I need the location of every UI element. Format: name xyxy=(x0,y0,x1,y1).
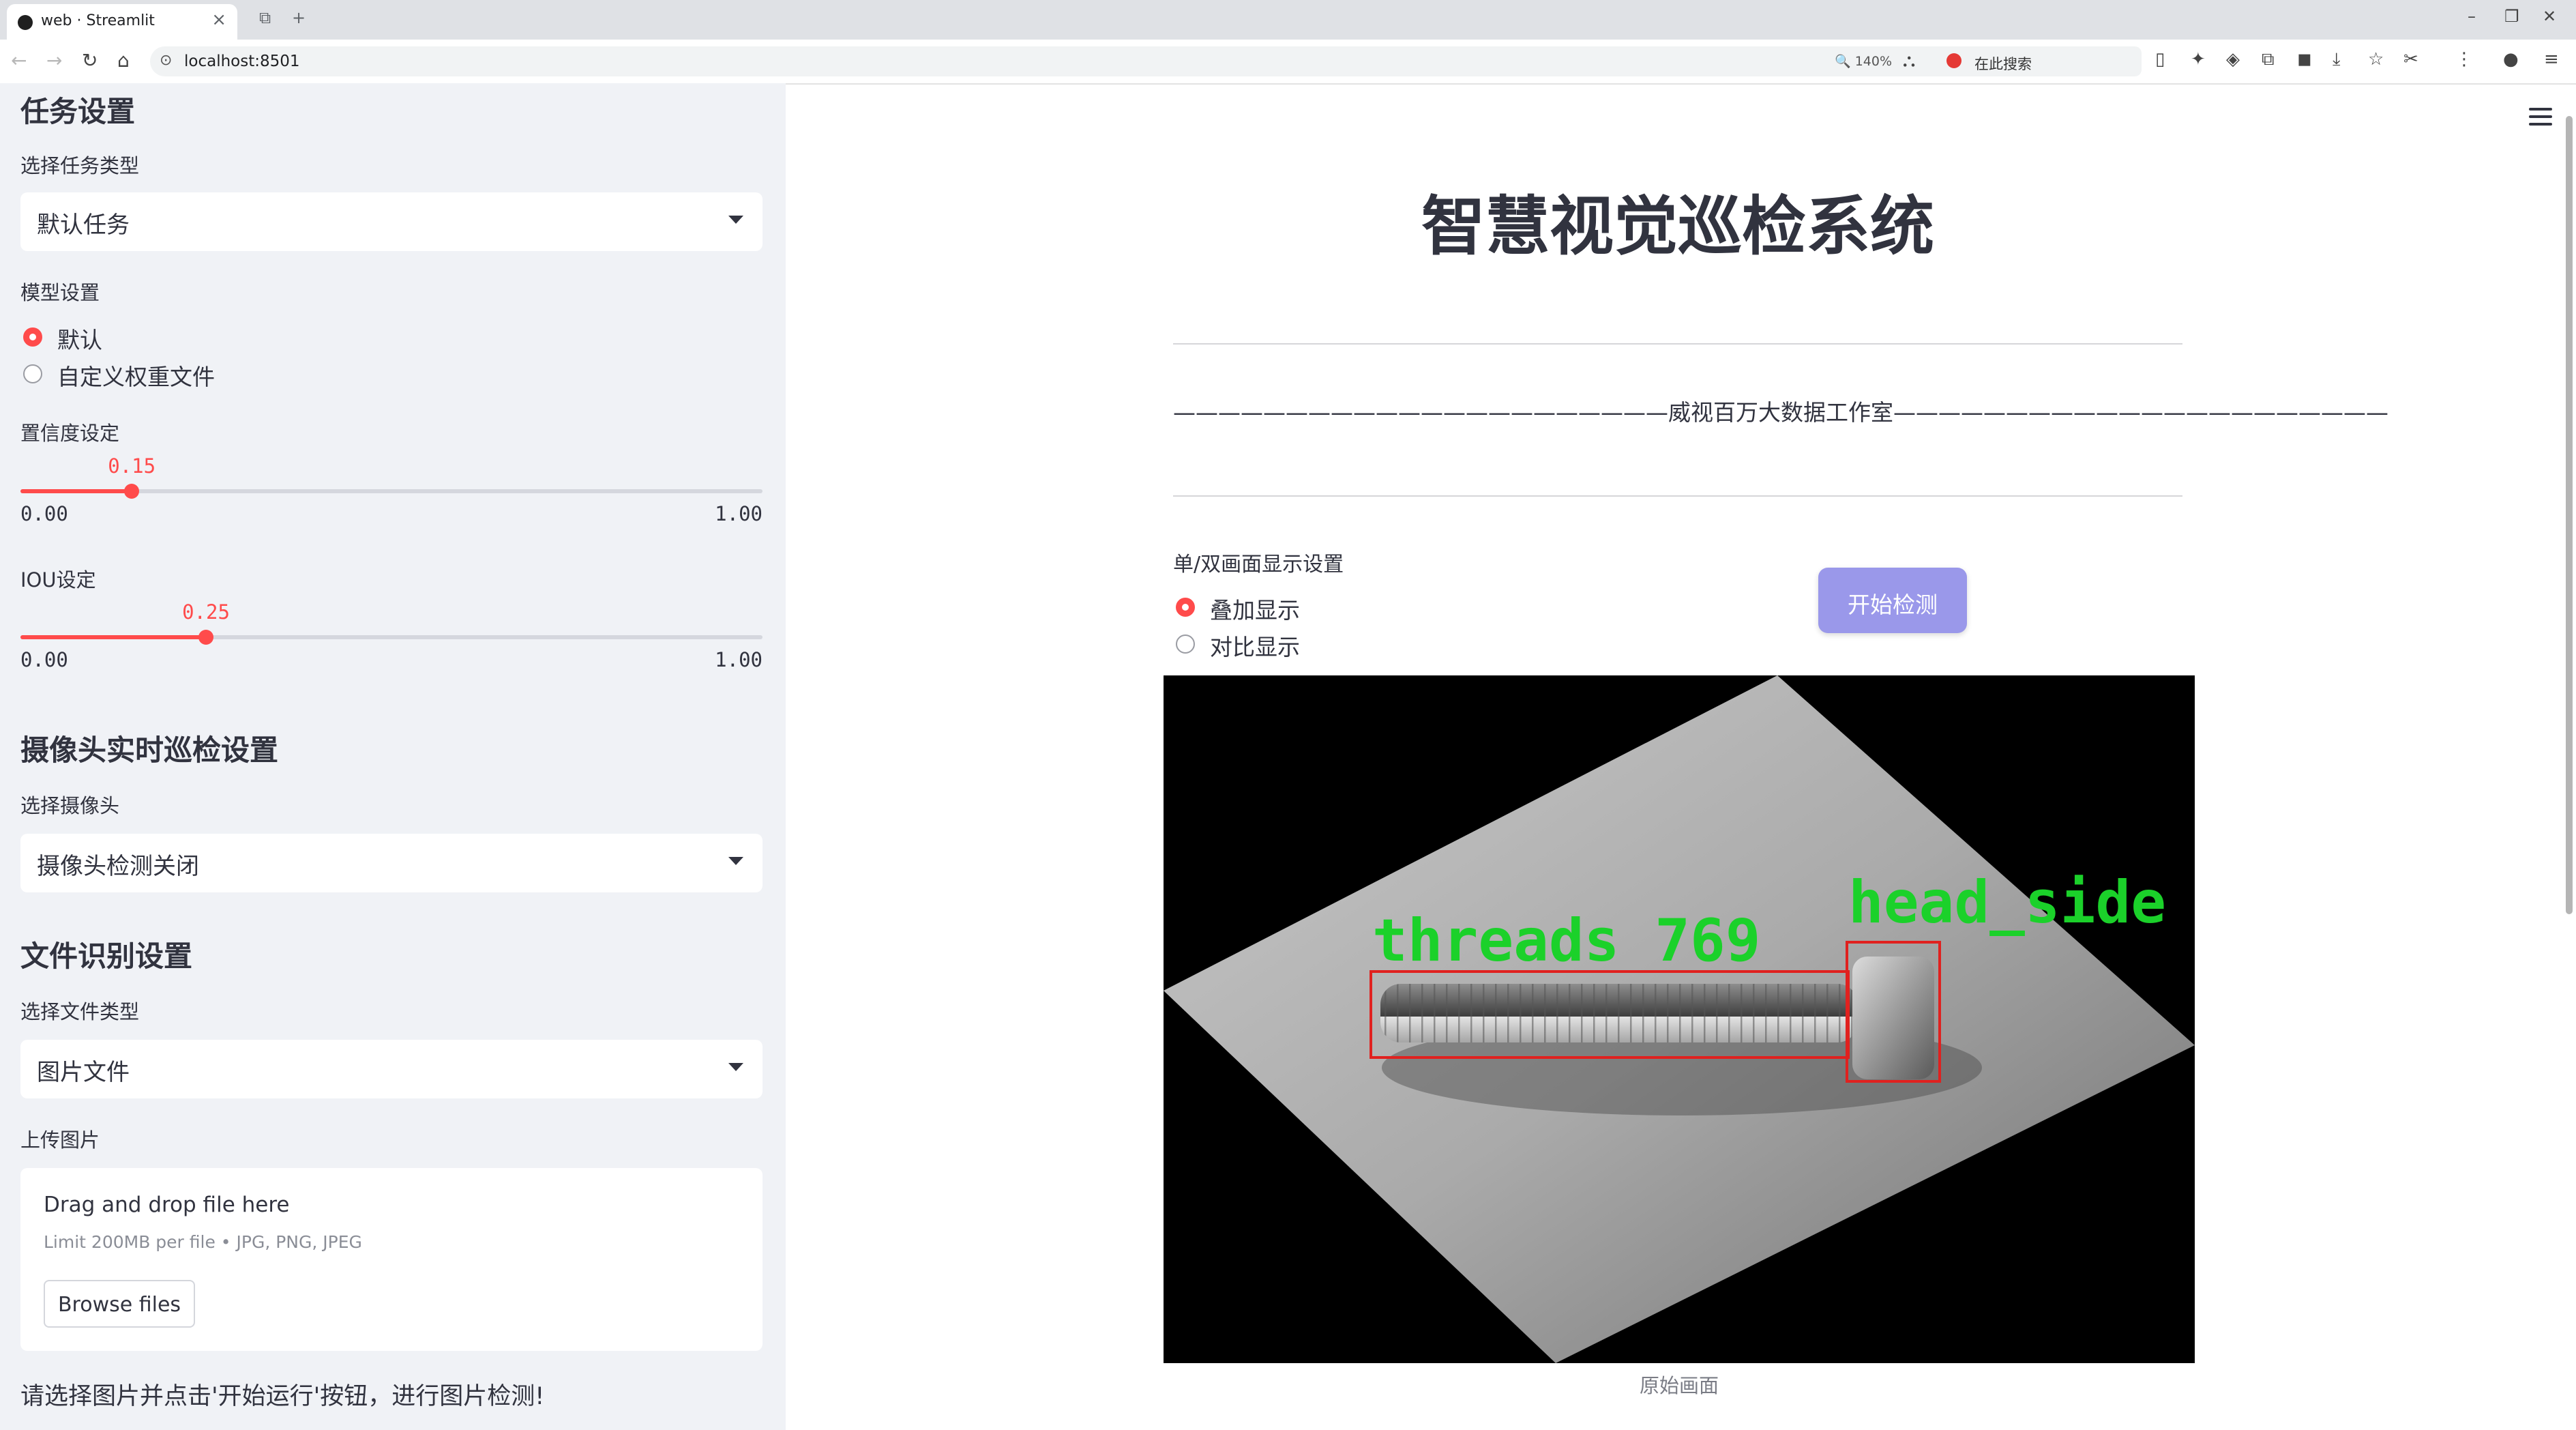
browse-files-button[interactable]: Browse files xyxy=(44,1280,195,1328)
file-type-select[interactable]: 图片文件 xyxy=(20,1040,763,1098)
slider-thumb[interactable] xyxy=(124,484,140,499)
tab-title: web · Streamlit xyxy=(41,12,155,29)
instruction-text: 请选择图片并点击'开始运行'按钮，进行图片检测! xyxy=(20,1383,545,1410)
download-icon[interactable]: ⤓ xyxy=(2333,49,2341,70)
start-detection-label: 开始检测 xyxy=(1848,592,1938,618)
model-option-custom-label: 自定义权重文件 xyxy=(57,364,215,390)
site-info-icon[interactable]: ⊙ xyxy=(160,52,172,69)
reload-icon[interactable]: ↻ xyxy=(82,49,98,72)
display-option-overlay-label: 叠加显示 xyxy=(1210,597,1300,624)
radio-selected-icon xyxy=(1176,598,1195,617)
chevron-down-icon xyxy=(728,216,743,224)
favorites-icon[interactable]: ☆ xyxy=(2368,49,2384,70)
restore-icon[interactable]: ❐ xyxy=(2504,7,2519,26)
divider xyxy=(1173,495,2182,497)
extension-icon[interactable]: ✦ xyxy=(2191,49,2206,70)
browser-tab[interactable]: web · Streamlit × xyxy=(7,4,237,40)
iou-label: IOU设定 xyxy=(20,568,96,592)
browser-toolbar: ← → ↻ ⌂ ⊙ localhost:8501 🔍 140% ⛬ ⚡ ▣ ➦ … xyxy=(0,40,2576,85)
zoom-level[interactable]: 🔍 140% xyxy=(1835,53,1892,69)
start-detection-button[interactable]: 开始检测 xyxy=(1818,568,1967,633)
iou-value: 0.25 xyxy=(182,600,230,624)
search-placeholder: 在此搜索 xyxy=(1974,56,2032,72)
file-type-label: 选择文件类型 xyxy=(20,1000,140,1023)
display-option-compare-label: 对比显示 xyxy=(1210,634,1300,660)
model-settings-label: 模型设置 xyxy=(20,281,100,304)
streamlit-favicon-icon xyxy=(18,15,33,30)
iou-max: 1.00 xyxy=(715,648,763,671)
zoom-value: 140% xyxy=(1854,54,1893,69)
tab-close-icon[interactable]: × xyxy=(211,10,226,30)
radio-selected-icon xyxy=(23,327,42,347)
page-subtitle: ——————————————————————威视百万大数据工作室————————… xyxy=(1173,399,2388,426)
task-settings-heading: 任务设置 xyxy=(20,95,136,128)
detection-label-head-side: head_side xyxy=(1848,869,2166,937)
browser-tab-bar: web · Streamlit × ⧉ + – ❐ ✕ xyxy=(0,0,2576,40)
chevron-down-icon xyxy=(728,857,743,865)
divider xyxy=(1173,343,2182,345)
confidence-max: 1.00 xyxy=(715,502,763,525)
model-option-default-label: 默认 xyxy=(57,327,102,353)
display-mode-label: 单/双画面显示设置 xyxy=(1173,553,1344,577)
confidence-min: 0.00 xyxy=(20,502,68,525)
minimize-icon[interactable]: – xyxy=(2468,7,2476,26)
forward-icon[interactable]: → xyxy=(46,49,62,72)
confidence-label: 置信度设定 xyxy=(20,422,120,445)
task-type-label: 选择任务类型 xyxy=(20,154,140,177)
address-bar[interactable]: ⊙ localhost:8501 🔍 140% ⛬ ⚡ ▣ ➦ ☆ xyxy=(150,46,2142,76)
extension2-icon[interactable]: ◈ xyxy=(2226,49,2240,70)
camera-value: 摄像头检测关闭 xyxy=(37,853,199,880)
home-icon[interactable]: ⌂ xyxy=(117,49,130,72)
dropzone-title: Drag and drop file here xyxy=(44,1193,290,1217)
screw-shaft xyxy=(1380,984,1858,1042)
cut-icon[interactable]: ✂ xyxy=(2403,49,2418,70)
task-type-select[interactable]: 默认任务 xyxy=(20,192,763,251)
tab-search-icon[interactable]: ⧉ xyxy=(259,8,271,27)
image-caption: 原始画面 xyxy=(1639,1374,1719,1397)
camera-settings-heading: 摄像头实时巡检设置 xyxy=(20,733,279,767)
task-type-value: 默认任务 xyxy=(37,211,130,239)
phone-icon[interactable]: ▯ xyxy=(2155,49,2165,70)
hamburger-menu-icon[interactable] xyxy=(2529,108,2552,126)
radio-unselected-icon xyxy=(1176,634,1195,654)
browser-menu-icon[interactable]: ≡ xyxy=(2544,49,2559,70)
translate-icon[interactable]: ⛬ xyxy=(1903,50,1915,72)
file-type-value: 图片文件 xyxy=(37,1059,130,1086)
more-vert-icon[interactable]: ⋮ xyxy=(2455,49,2473,70)
slider-fill xyxy=(20,635,206,639)
page-title: 智慧视觉巡检系统 xyxy=(1421,190,1934,264)
detection-canvas: threads 769 head_side xyxy=(1164,675,2195,1363)
detection-image: threads 769 head_side xyxy=(1164,675,2195,1363)
camera-label: 选择摄像头 xyxy=(20,794,120,817)
search-engine-box[interactable]: 在此搜索 xyxy=(1937,46,2142,76)
chevron-down-icon xyxy=(728,1063,743,1071)
detection-label-threads: threads 769 xyxy=(1372,907,1761,975)
iou-slider[interactable]: 0.25 0.00 1.00 xyxy=(20,600,763,682)
dropzone-limit: Limit 200MB per file • JPG, PNG, JPEG xyxy=(44,1232,362,1252)
iou-min: 0.00 xyxy=(20,648,68,671)
url-text: localhost:8501 xyxy=(184,53,300,70)
confidence-value: 0.15 xyxy=(108,454,156,478)
search-engine-logo-icon xyxy=(1946,53,1961,68)
slider-thumb[interactable] xyxy=(198,630,213,645)
extension4-icon[interactable]: ◼ xyxy=(2297,49,2312,70)
profile-avatar-icon[interactable]: ● xyxy=(2503,49,2519,70)
back-icon[interactable]: ← xyxy=(11,49,27,72)
confidence-slider[interactable]: 0.15 0.00 1.00 xyxy=(20,454,763,536)
slider-fill xyxy=(20,489,132,493)
extension3-icon[interactable]: ⧉ xyxy=(2262,49,2275,70)
camera-select[interactable]: 摄像头检测关闭 xyxy=(20,834,763,892)
browse-files-label: Browse files xyxy=(57,1293,181,1317)
page-scrollbar[interactable] xyxy=(2566,116,2573,914)
radio-unselected-icon xyxy=(23,364,42,383)
upload-label: 上传图片 xyxy=(20,1128,100,1152)
window-close-icon[interactable]: ✕ xyxy=(2543,7,2556,26)
screw-head xyxy=(1852,957,1934,1079)
sidebar: 任务设置 选择任务类型 默认任务 模型设置 默认 自定义权重文件 置信度设定 0… xyxy=(0,83,786,1430)
file-settings-heading: 文件识别设置 xyxy=(20,939,193,973)
new-tab-icon[interactable]: + xyxy=(292,8,306,27)
file-dropzone[interactable]: Drag and drop file here Limit 200MB per … xyxy=(20,1168,763,1351)
